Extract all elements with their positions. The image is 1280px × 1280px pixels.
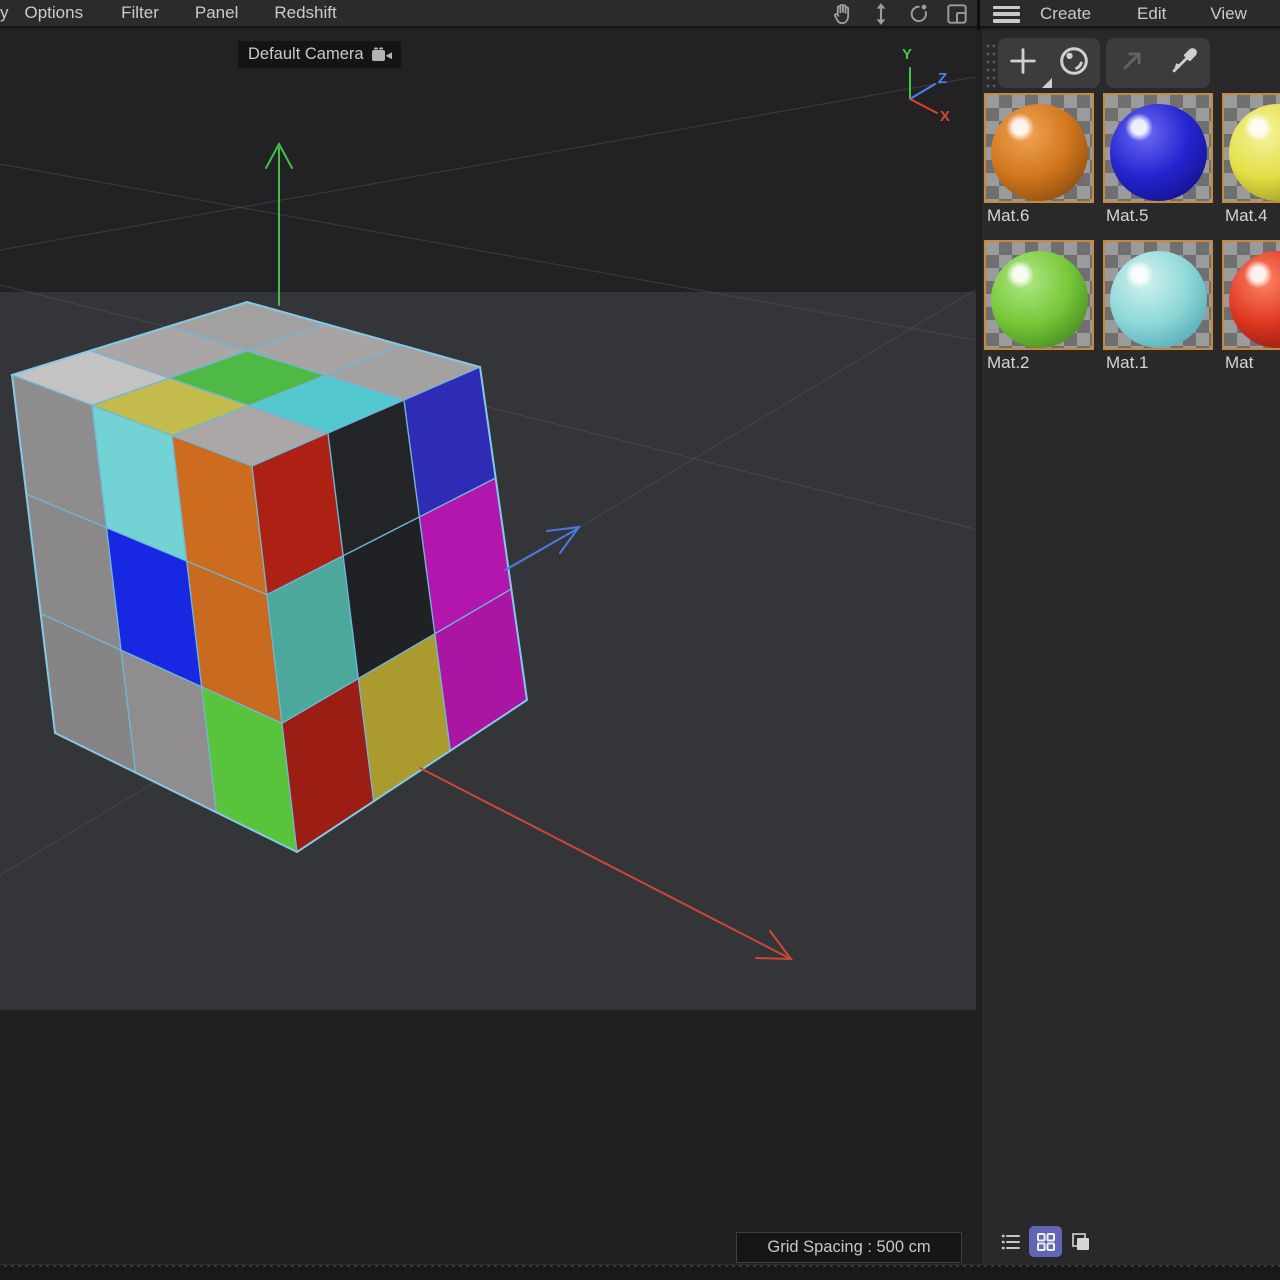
material-item[interactable]: Mat.5 (1103, 93, 1213, 229)
menu-item-filter[interactable]: Filter (109, 3, 171, 23)
material-name[interactable]: Mat.6 (984, 203, 1094, 229)
material-thumbnail[interactable] (984, 240, 1094, 350)
toggle-view-icon[interactable] (944, 1, 970, 27)
grid-spacing-readout: Grid Spacing : 500 cm (736, 1232, 962, 1263)
material-name[interactable]: Mat.5 (1103, 203, 1213, 229)
z-axis-arrow (505, 527, 579, 570)
grid-spacing-text: Grid Spacing : 500 cm (767, 1238, 930, 1257)
material-manager-menu: Create Edit View S (988, 0, 1280, 28)
menu-item-options[interactable]: Options (13, 3, 96, 23)
gizmo-z-label[interactable]: Z (938, 70, 947, 87)
material-thumbnail[interactable] (1103, 93, 1213, 203)
scene-canvas (0, 30, 976, 1264)
camera-label-text: Default Camera (248, 45, 364, 64)
material-sphere-preview (1229, 251, 1280, 348)
material-create-group (998, 38, 1100, 88)
material-name[interactable]: Mat.2 (984, 350, 1094, 376)
gizmo-y-label[interactable]: Y (902, 46, 912, 63)
material-sphere-preview (991, 104, 1088, 201)
material-sphere-preview (1110, 251, 1207, 348)
arrow-up-right-icon (1115, 44, 1149, 83)
menu-item-partial[interactable]: y (0, 3, 13, 23)
list-view-icon[interactable] (994, 1226, 1027, 1257)
material-item[interactable]: Mat.2 (984, 240, 1094, 376)
grid-view-icon[interactable] (1029, 1226, 1062, 1257)
material-thumbnail[interactable] (1222, 93, 1280, 203)
menu-bar: y Options Filter Panel Redshift (0, 0, 1280, 28)
material-sphere-preview (1229, 104, 1280, 201)
material-name[interactable]: Mat.1 (1103, 350, 1213, 376)
dolly-arrows-icon[interactable] (868, 1, 894, 27)
viewport-nav-icons (830, 1, 970, 27)
camera-icon (371, 47, 393, 63)
material-thumbnail[interactable] (1222, 240, 1280, 350)
material-item[interactable]: Mat.1 (1103, 240, 1213, 376)
material-tools-group (1106, 38, 1210, 88)
layer-view-icon[interactable] (1064, 1226, 1097, 1257)
viewport-3d[interactable]: Default Camera Y Z X Grid Spacing : 500 … (0, 30, 976, 1264)
material-thumbnail[interactable] (984, 93, 1094, 203)
eyedropper-icon[interactable] (1167, 44, 1201, 83)
axis-gizmo (910, 68, 937, 113)
material-item[interactable]: Mat.6 (984, 93, 1094, 229)
material-view-modes (994, 1226, 1097, 1257)
rubik-cube[interactable] (12, 302, 527, 852)
material-ball-icon[interactable] (1056, 43, 1092, 84)
window-bottom-strip[interactable] (0, 1264, 1280, 1280)
camera-label[interactable]: Default Camera (238, 41, 401, 68)
material-item[interactable]: Mat.4 (1222, 93, 1280, 229)
panel-drag-grip[interactable] (985, 42, 998, 90)
material-thumbnail[interactable] (1103, 240, 1213, 350)
gizmo-x-label[interactable]: X (940, 108, 950, 125)
menu-item-edit[interactable]: Edit (1123, 4, 1180, 24)
menubar-divider (977, 0, 980, 30)
menu-item-panel[interactable]: Panel (183, 3, 250, 23)
material-sphere-preview (1110, 104, 1207, 201)
orbit-rotate-icon[interactable] (906, 1, 932, 27)
material-sphere-preview (991, 251, 1088, 348)
add-material-dropdown-icon[interactable] (1042, 78, 1052, 88)
menu-item-create[interactable]: Create (1026, 4, 1105, 24)
material-item[interactable]: Mat (1222, 240, 1280, 376)
y-axis-arrow (266, 144, 292, 305)
material-manager-panel: Mat.6 Mat.5 Mat.4 Mat.2 Mat.1 Mat (982, 30, 1280, 1264)
menu-item-redshift[interactable]: Redshift (262, 3, 348, 23)
material-name[interactable]: Mat.4 (1222, 203, 1280, 229)
menu-item-view[interactable]: View (1196, 4, 1261, 24)
add-material-icon[interactable] (1006, 44, 1040, 83)
material-name[interactable]: Mat (1222, 350, 1280, 376)
pan-hand-icon[interactable] (830, 1, 856, 27)
materials-grid: Mat.6 Mat.5 Mat.4 Mat.2 Mat.1 Mat (984, 93, 1280, 387)
hamburger-menu-icon[interactable] (993, 6, 1020, 23)
x-axis-arrow (420, 768, 791, 959)
